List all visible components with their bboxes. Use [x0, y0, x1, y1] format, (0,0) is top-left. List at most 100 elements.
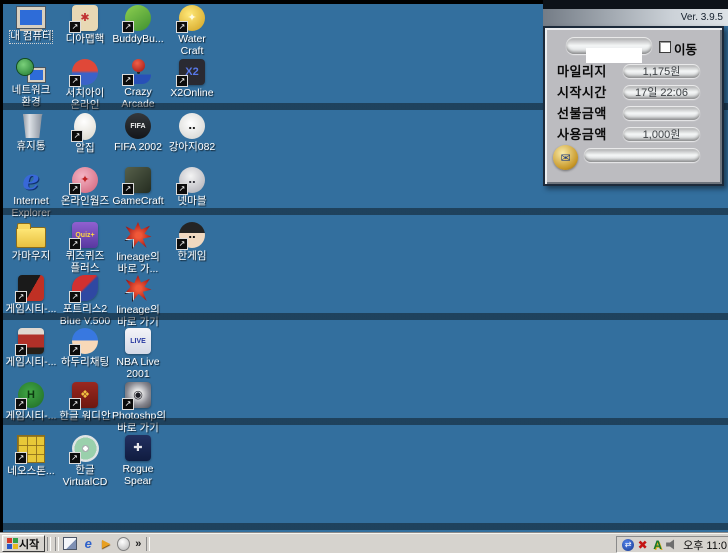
desktop-icon-gamauji-folder[interactable]: 가마우지 — [5, 221, 57, 263]
internet-explorer-icon[interactable] — [81, 537, 95, 551]
desktop-icon-water-craft[interactable]: Water Craft — [166, 4, 218, 58]
message-icon[interactable] — [553, 145, 578, 170]
desktop-icon-photoshop-shortcut[interactable]: Photoshp의 바로 가기 — [112, 381, 164, 435]
netmarble-icon — [179, 167, 205, 193]
antivirus-x-icon[interactable] — [636, 538, 649, 551]
panel-version-strip: Ver. 3.9.5 — [543, 9, 728, 26]
shortcut-arrow-icon — [122, 398, 134, 410]
haduri-chat-icon — [72, 328, 98, 354]
desktop-icon-label: 한글 VirtualCD — [59, 465, 111, 489]
desktop-icon-fortress2-blue[interactable]: 포트리스2 Blue V.500 — [59, 274, 111, 328]
desktop-icon-network-neighborhood[interactable]: 네트워크 환경 — [5, 58, 57, 109]
desktop-icon-label: Internet Explorer — [5, 196, 57, 220]
messenger-egg-icon[interactable] — [117, 537, 130, 551]
tray-icons — [621, 538, 678, 551]
taskbar-divider — [47, 537, 51, 551]
my-computer-icon — [17, 7, 45, 28]
desktop-icon-lineage-shortcut-1[interactable]: lineage의 바로 가... — [112, 221, 164, 276]
desktop-icon-buddybuddy[interactable]: BuddyBu... — [112, 4, 164, 46]
desktop-icon-fifa-2002[interactable]: FIFA 2002 — [112, 112, 164, 154]
desktop-icon-haduri-chat[interactable]: 하두리채팅 — [59, 327, 111, 369]
show-desktop-icon[interactable] — [63, 537, 77, 550]
desktop-icon-crazy-arcade[interactable]: Crazy Arcade — [112, 58, 164, 111]
desktop-icon-online-worms[interactable]: 온라인웜즈 — [59, 166, 111, 208]
desktop-icon-recycle-bin[interactable]: 휴지통 — [5, 112, 57, 153]
quicklaunch-overflow-chevron[interactable]: » — [135, 538, 141, 550]
billing-row: 선불금액 — [557, 102, 710, 123]
desktop-icon-x2online[interactable]: X2Online — [166, 58, 218, 100]
billing-row: 시작시간 17일 22:06 — [557, 81, 710, 102]
desktop-icon-gamecity-3[interactable]: 게임시티-... — [5, 381, 57, 423]
billing-field-value: 17일 22:06 — [623, 85, 700, 99]
desktop-icon-gamecraft[interactable]: GameCraft — [112, 166, 164, 208]
desktop-icon-label: Rogue Spear — [112, 464, 164, 488]
redaction-box — [586, 48, 642, 63]
shortcut-arrow-icon — [176, 75, 188, 87]
network-neighborhood-icon — [28, 68, 45, 82]
billing-row: 마일리지1,175원 — [557, 60, 710, 81]
volume-icon[interactable] — [666, 539, 677, 550]
desktop-icon-netmarble[interactable]: 넷마블 — [166, 166, 218, 208]
billing-field-label: 시작시간 — [557, 82, 615, 101]
desktop-icon-internet-explorer[interactable]: Internet Explorer — [5, 166, 57, 220]
start-button[interactable]: 시작 — [2, 535, 45, 552]
fortress2-blue-icon — [72, 275, 98, 301]
desktop-icon-label: 네오스톤... — [7, 466, 54, 478]
taskbar-clock[interactable]: 오후 11:0 — [683, 537, 727, 553]
desktop-icon-gamecity-2[interactable]: 게임시티-... — [5, 327, 57, 369]
desktop-icon-label: 게임시티-... — [6, 304, 57, 316]
desktop-icon-nba-live-2001[interactable]: NBA Live 2001 — [112, 327, 164, 381]
desktop-icon-label: 서치아이 온라인 — [59, 88, 111, 112]
shortcut-arrow-icon — [176, 183, 188, 195]
desktop-icon-hangul-wordian[interactable]: 한글 워디안 — [59, 381, 111, 423]
desktop-icon-alzip[interactable]: 알집 — [59, 112, 111, 155]
desktop-icon-rogue-spear[interactable]: Rogue Spear — [112, 434, 164, 488]
desktop-icon-my-computer[interactable]: 내 컴퓨터 — [5, 4, 57, 43]
move-checkbox[interactable] — [659, 41, 671, 53]
v3-a-icon[interactable] — [651, 538, 664, 551]
billing-field-label: 선불금액 — [557, 103, 615, 122]
desktop-icon-label: 온라인웜즈 — [61, 196, 109, 208]
shortcut-arrow-icon — [69, 238, 81, 250]
desktop-icon-quizquiz-plus[interactable]: 퀴즈퀴즈 플러스 — [59, 221, 111, 275]
shortcut-arrow-icon — [176, 238, 188, 250]
desktop-icon-label: Crazy Arcade — [112, 87, 164, 111]
bottom-blank-field[interactable] — [584, 148, 700, 162]
hangame-icon — [179, 222, 205, 248]
shortcut-arrow-icon — [69, 398, 81, 410]
shortcut-arrow-icon — [122, 74, 134, 86]
desktop-icon-lineage-shortcut-2[interactable]: lineage의 바로 가기 — [112, 274, 164, 329]
taskbar-divider — [146, 537, 150, 551]
desktop-icon-searchi-online[interactable]: 서치아이 온라인 — [59, 58, 111, 112]
desktop-icon-hangul-virtualcd[interactable]: 한글 VirtualCD — [59, 434, 111, 489]
rogue-spear-icon — [125, 435, 151, 461]
shortcut-arrow-icon — [71, 130, 83, 142]
taskbar-drag-handle[interactable] — [55, 537, 59, 551]
desktop-icon-dia-maphack[interactable]: 디아맵핵 — [59, 4, 111, 46]
sync-icon[interactable] — [622, 539, 634, 551]
media-player-icon[interactable] — [99, 537, 113, 551]
windows-logo-icon — [7, 538, 12, 543]
nba-live-2001-icon — [125, 328, 151, 354]
quick-launch-bar — [61, 537, 132, 551]
desktop-icon-label: GameCraft — [112, 196, 163, 208]
dia-maphack-icon — [72, 5, 98, 31]
desktop-icon-label: Photoshp의 바로 가기 — [112, 411, 164, 435]
desktop-icon-label: 내 컴퓨터 — [10, 31, 52, 43]
desktop-icon-gamecity-1[interactable]: 게임시티-... — [5, 274, 57, 316]
desktop-icon-label: lineage의 바로 가기 — [112, 305, 164, 329]
billing-field-value: 1,175원 — [623, 64, 700, 78]
panel-top-shadow — [543, 0, 728, 9]
desktop-icon-puppy-082[interactable]: 강아지082 — [166, 112, 218, 154]
quizquiz-plus-icon — [72, 222, 98, 248]
neostone-icon — [17, 435, 45, 463]
desktop-icon-label: 한글 워디안 — [59, 411, 110, 423]
gamecity-1-icon — [18, 275, 44, 301]
shortcut-arrow-icon — [122, 292, 134, 304]
desktop-icon-label: 포트리스2 Blue V.500 — [59, 304, 111, 328]
shortcut-arrow-icon — [69, 21, 81, 33]
taskbar: 시작 » 오후 11:0 — [0, 533, 728, 553]
desktop-icon-hangame[interactable]: 한게임 — [166, 221, 218, 263]
desktop-icon-neostone[interactable]: 네오스톤... — [5, 434, 57, 478]
photoshop-shortcut-icon — [125, 382, 151, 408]
